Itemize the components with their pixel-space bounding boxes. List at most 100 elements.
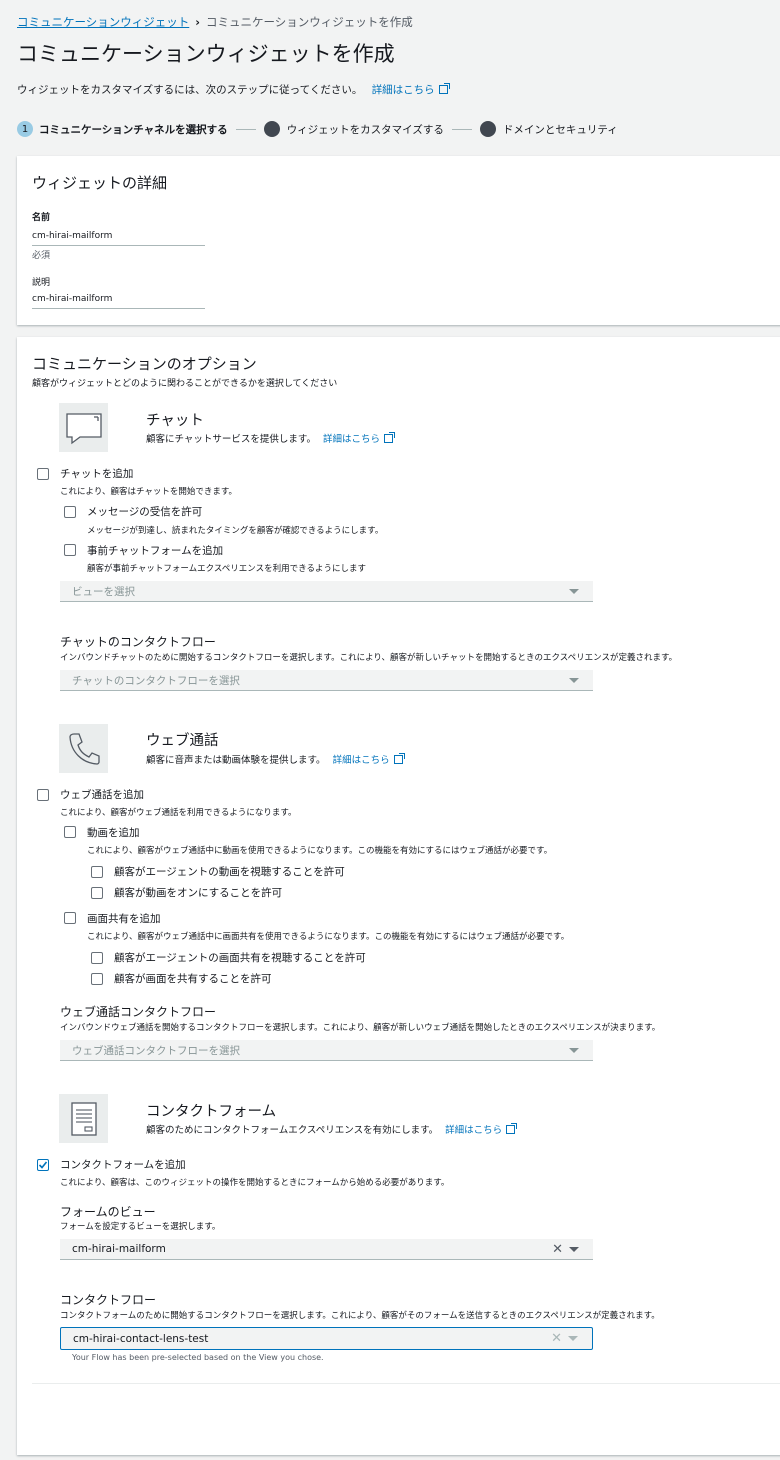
add-webcall-checkbox[interactable]	[37, 789, 49, 801]
step-1[interactable]: コミュニケーションチャネルを選択する	[39, 122, 228, 137]
webcall-flow-select[interactable]: ウェブ通話コンタクトフローを選択	[60, 1040, 593, 1061]
add-contactform-desc: これにより、顧客は、このウィジェットの操作を開始するときにフォームから始める必要…	[60, 1178, 450, 1188]
prechat-form-checkbox[interactable]	[64, 544, 76, 556]
clear-icon[interactable]: ✕	[551, 1331, 562, 1346]
add-chat-checkbox[interactable]	[37, 468, 49, 480]
communication-options-card: コミュニケーションのオプション 顧客がウィジェットとどのように関わることができる…	[17, 337, 780, 1455]
contactform-desc-text: 顧客のためにコンタクトフォームエクスペリエンスを有効にします。	[146, 1125, 439, 1136]
webcall-title: ウェブ通話	[146, 733, 219, 749]
contact-flow-select[interactable]: cm-hirai-contact-lens-test ✕	[60, 1327, 593, 1350]
add-contactform-checkbox[interactable]	[37, 1159, 49, 1171]
external-link-icon	[393, 753, 405, 764]
add-screenshare-label: 画面共有を追加	[87, 913, 161, 925]
contact-flow-value: cm-hirai-contact-lens-test	[73, 1332, 209, 1345]
caret-down-icon	[569, 589, 579, 594]
contactform-desc: 顧客のためにコンタクトフォームエクスペリエンスを有効にします。 詳細はこちら	[146, 1122, 518, 1136]
desc-label: 説明	[32, 278, 51, 288]
add-video-label: 動画を追加	[87, 827, 140, 839]
wizard-steps: 1 コミュニケーションチャネルを選択する ウィジェットをカスタマイズする ドメイ…	[17, 121, 618, 137]
phone-icon	[59, 724, 108, 773]
contactform-learn-more-link[interactable]: 詳細はこちら	[445, 1125, 502, 1136]
add-screenshare-checkbox[interactable]	[64, 912, 76, 924]
prechat-form-label: 事前チャットフォームを追加	[87, 545, 224, 557]
chat-view-select[interactable]: ビューを選択	[60, 581, 593, 602]
breadcrumb-current: コミュニケーションウィジェットを作成	[206, 15, 413, 29]
step-2[interactable]: ウィジェットをカスタマイズする	[287, 122, 444, 137]
add-webcall-label: ウェブ通話を追加	[60, 789, 144, 801]
webcall-desc-text: 顧客に音声または動画体験を提供します。	[146, 755, 326, 766]
webcall-flow-desc: インバウンドウェブ通話を開始するコンタクトフローを選択します。これにより、顧客が…	[60, 1023, 661, 1033]
view-agent-screen-label: 顧客がエージェントの画面共有を視聴することを許可	[114, 952, 366, 964]
caret-down-icon	[569, 678, 579, 683]
page-title: コミュニケーションウィジェットを作成	[17, 42, 395, 66]
form-view-label: フォームのビュー	[60, 1205, 156, 1219]
enable-customer-video-label: 顧客が動画をオンにすることを許可	[114, 887, 283, 899]
name-input[interactable]: cm-hirai-mailform	[32, 231, 205, 246]
learn-more-link[interactable]: 詳細はこちら	[372, 84, 435, 96]
message-receipt-checkbox[interactable]	[64, 506, 76, 518]
caret-down-icon	[569, 1048, 579, 1053]
external-link-icon	[438, 83, 450, 94]
step-number: 1	[17, 121, 33, 137]
view-agent-video-label: 顧客がエージェントの動画を視聴することを許可	[114, 866, 345, 878]
view-agent-screen-checkbox[interactable]	[91, 952, 103, 964]
contactform-title: コンタクトフォーム	[146, 1104, 277, 1120]
add-webcall-desc: これにより、顧客がウェブ通話を利用できるようになります。	[60, 808, 297, 818]
chat-title: チャット	[146, 413, 204, 429]
breadcrumb-link[interactable]: コミュニケーションウィジェット	[17, 15, 189, 29]
form-view-select[interactable]: cm-hirai-mailform ✕	[60, 1239, 593, 1260]
chat-desc-text: 顧客にチャットサービスを提供します。	[146, 434, 316, 445]
details-title: ウィジェットの詳細	[32, 174, 168, 192]
webcall-flow-placeholder: ウェブ通話コンタクトフローを選択	[72, 1044, 240, 1057]
step-dot-icon	[263, 121, 280, 137]
prechat-form-desc: 顧客が事前チャットフォームエクスペリエンスを利用できるようにします	[87, 564, 366, 574]
section-divider	[32, 1383, 780, 1384]
add-contactform-label: コンタクトフォームを追加	[60, 1159, 186, 1171]
chat-flow-label: チャットのコンタクトフロー	[60, 635, 216, 649]
add-video-checkbox[interactable]	[64, 826, 76, 838]
add-chat-label: チャットを追加	[60, 468, 134, 480]
enable-customer-video-checkbox[interactable]	[91, 887, 103, 899]
webcall-learn-more-link[interactable]: 詳細はこちら	[333, 755, 390, 766]
add-video-desc: これにより、顧客がウェブ通話中に動画を使用できるようになります。この機能を有効に…	[87, 846, 553, 856]
add-chat-desc: これにより、顧客はチャットを開始できます。	[60, 487, 238, 497]
chat-flow-placeholder: チャットのコンタクトフローを選択	[72, 674, 240, 687]
contact-flow-label: コンタクトフロー	[60, 1293, 157, 1307]
customer-share-screen-checkbox[interactable]	[91, 973, 103, 985]
clear-icon[interactable]: ✕	[552, 1242, 563, 1257]
contact-flow-desc: コンタクトフォームのために開始するコンタクトフローを選択します。これにより、顧客…	[60, 1311, 660, 1321]
message-receipt-desc: メッセージが到達し、読まれたタイミングを顧客が確認できるようにします。	[87, 526, 384, 536]
chat-desc: 顧客にチャットサービスを提供します。 詳細はこちら	[146, 431, 396, 445]
chat-view-placeholder: ビューを選択	[72, 585, 135, 598]
chat-flow-select[interactable]: チャットのコンタクトフローを選択	[60, 670, 593, 691]
chat-flow-desc: インバウンドチャットのために開始するコンタクトフローを選択します。これにより、顧…	[60, 653, 678, 663]
chat-icon	[59, 403, 108, 452]
form-view-value: cm-hirai-mailform	[72, 1243, 166, 1255]
form-view-desc: フォームを設定するビューを選択します。	[60, 1222, 221, 1232]
options-subtitle: 顧客がウィジェットとどのように関わることができるかを選択してください	[32, 379, 338, 389]
external-link-icon	[384, 432, 396, 443]
subtitle-text: ウィジェットをカスタマイズするには、次のステップに従ってください。	[17, 84, 363, 96]
customer-share-screen-label: 顧客が画面を共有することを許可	[114, 973, 272, 985]
form-document-icon	[59, 1094, 108, 1143]
step-3[interactable]: ドメインとセキュリティ	[503, 122, 618, 137]
chevron-right-icon: ›	[195, 15, 201, 29]
page-subtitle: ウィジェットをカスタマイズするには、次のステップに従ってください。 詳細はこちら	[17, 82, 450, 97]
step-dot-icon	[479, 121, 496, 137]
description-input[interactable]: cm-hirai-mailform	[32, 294, 205, 309]
options-title: コミュニケーションのオプション	[32, 355, 257, 373]
webcall-desc: 顧客に音声または動画体験を提供します。 詳細はこちら	[146, 752, 405, 766]
step-divider	[235, 128, 256, 130]
chat-learn-more-link[interactable]: 詳細はこちら	[323, 434, 380, 445]
view-agent-video-checkbox[interactable]	[91, 866, 103, 878]
external-link-icon	[506, 1123, 518, 1134]
name-label: 名前	[32, 213, 51, 223]
widget-details-card: ウィジェットの詳細 名前 cm-hirai-mailform 必須 説明 cm-…	[17, 156, 780, 325]
caret-down-icon[interactable]	[569, 1247, 579, 1252]
checkmark-icon	[38, 1161, 48, 1169]
caret-down-icon[interactable]	[568, 1336, 578, 1341]
add-screenshare-desc: これにより、顧客がウェブ通話中に画面共有を使用できるようになります。この機能を有…	[87, 932, 570, 942]
name-hint: 必須	[32, 251, 51, 261]
message-receipt-label: メッセージの受信を許可	[87, 506, 203, 518]
webcall-flow-label: ウェブ通話コンタクトフロー	[60, 1005, 217, 1019]
